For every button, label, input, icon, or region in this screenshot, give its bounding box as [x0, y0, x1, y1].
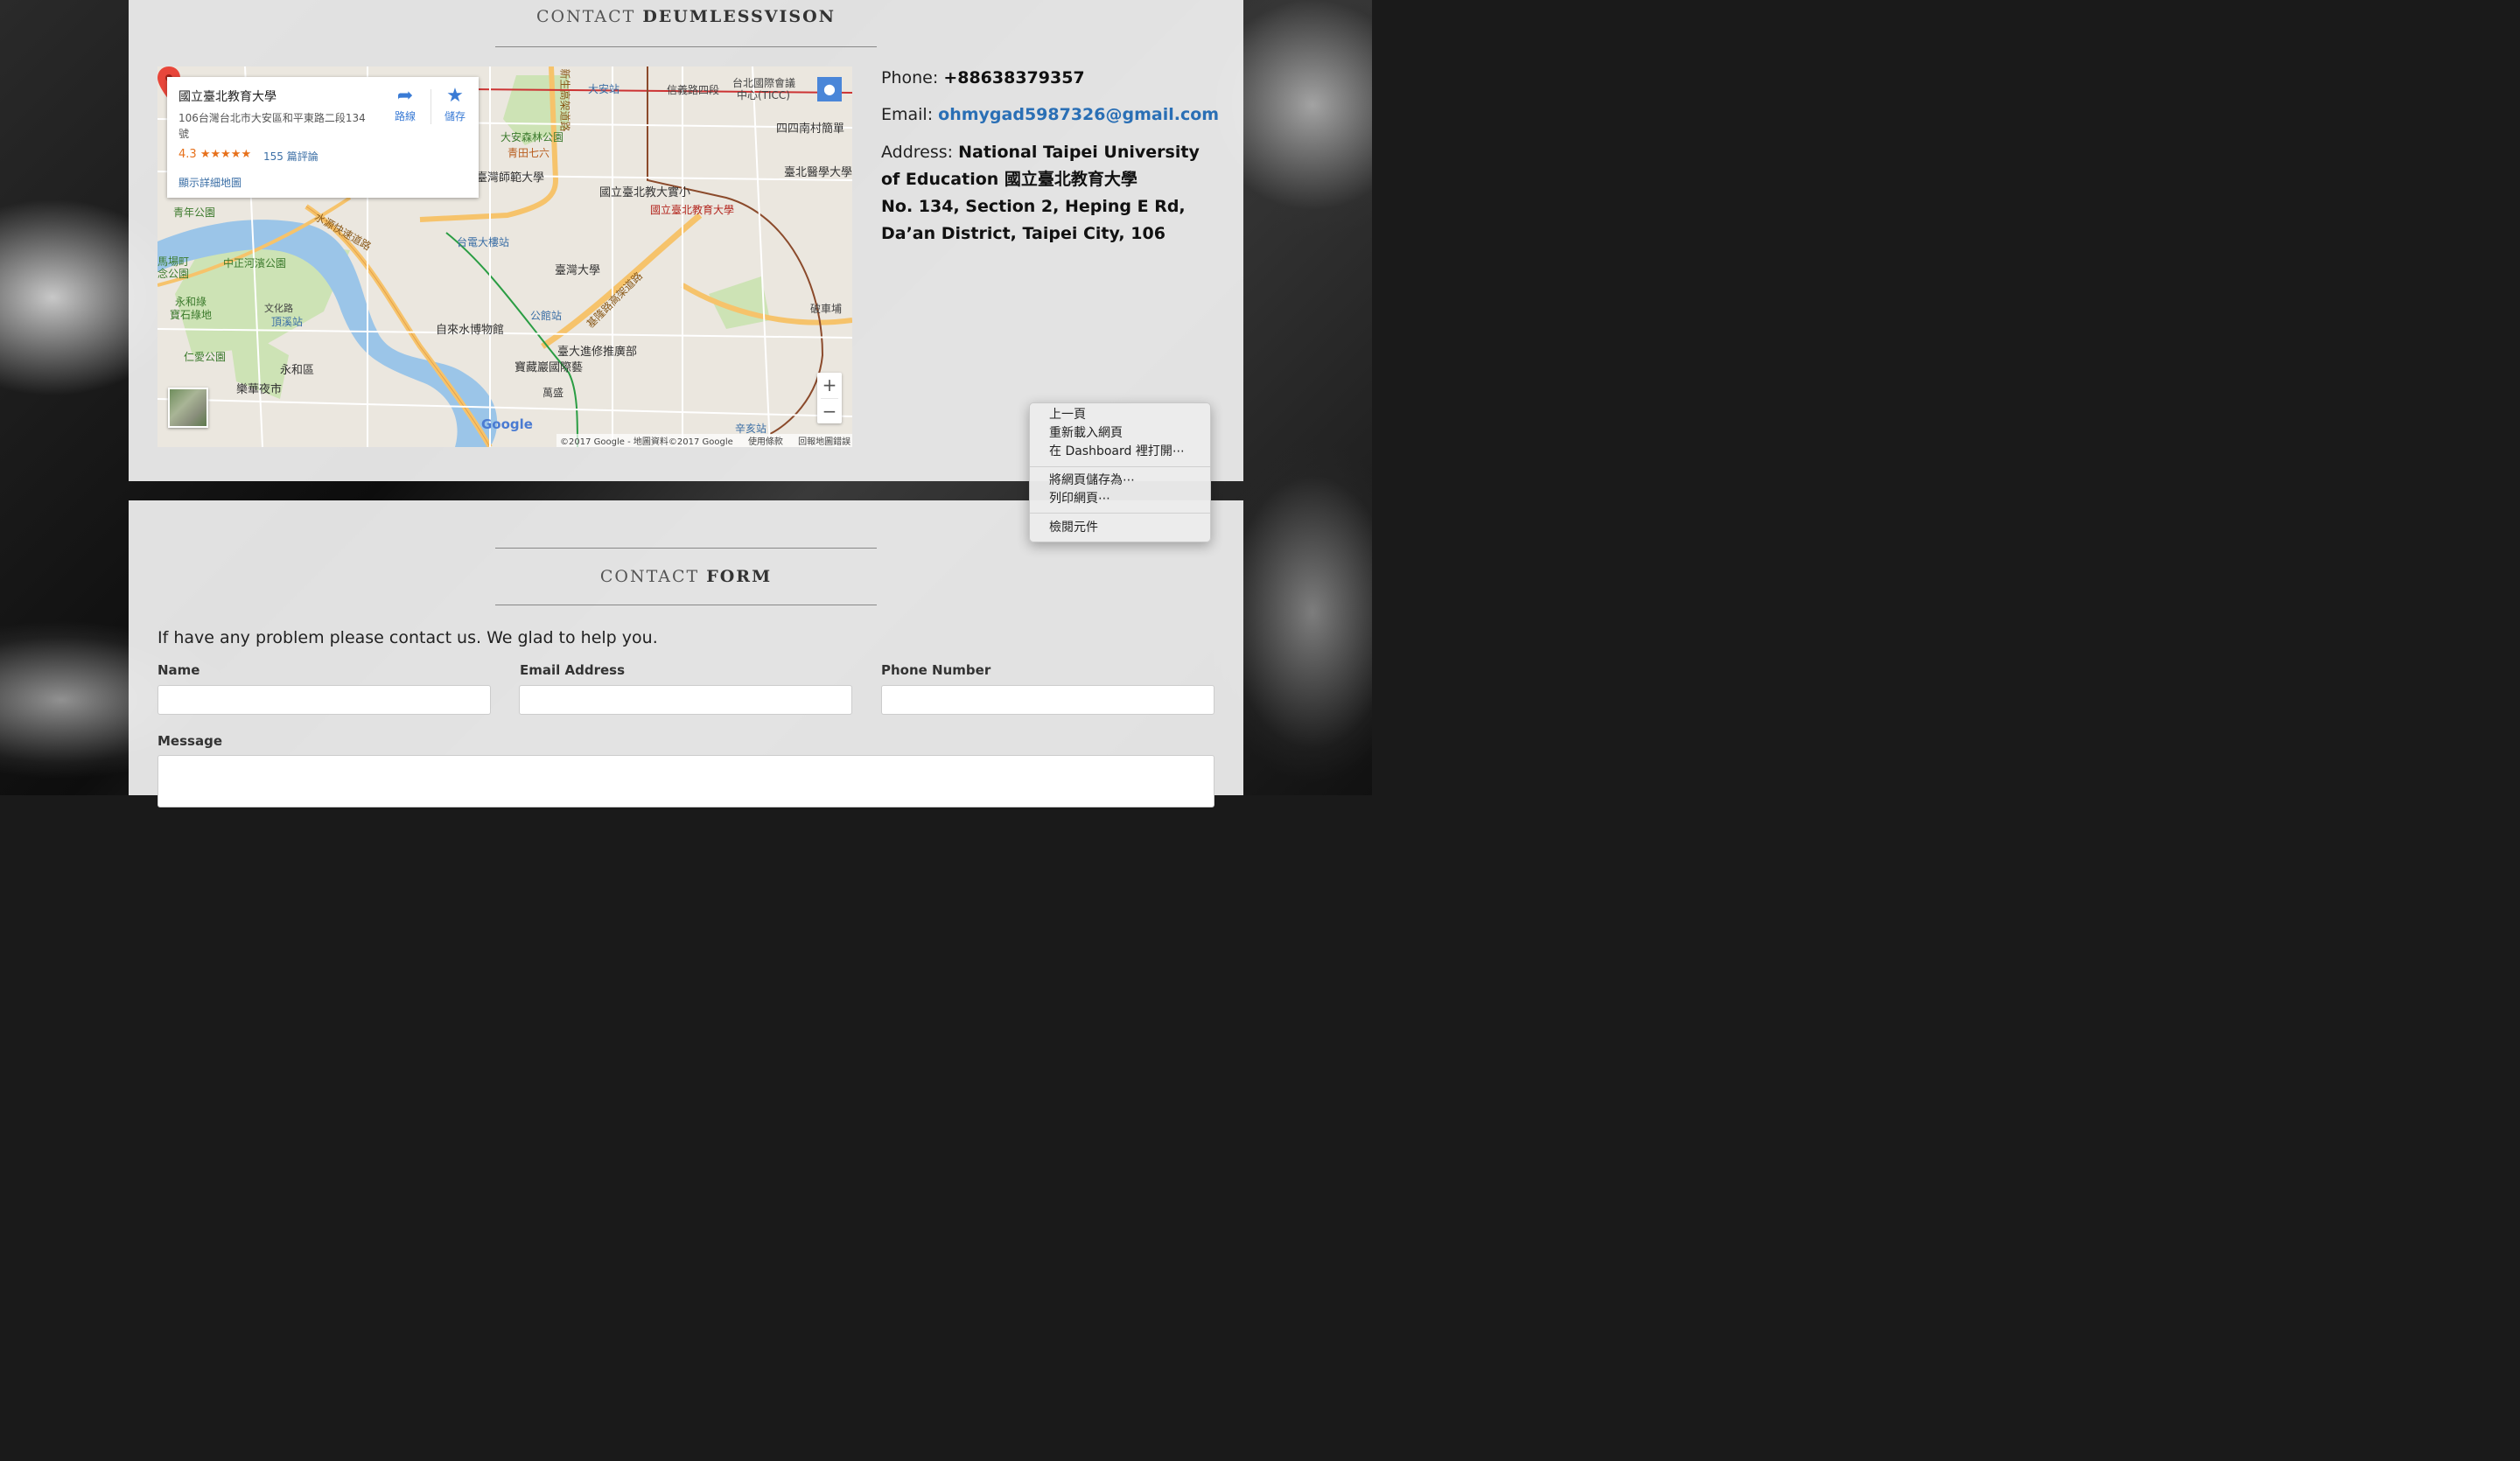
email-line: Email: ohmygad5987326@gmail.com: [881, 105, 1220, 124]
card-separator: [430, 89, 431, 124]
star-icon: ★: [446, 85, 464, 107]
map-label: 自來水博物館: [436, 324, 505, 337]
form-intro: If have any problem please contact us. W…: [158, 628, 658, 647]
map-label: 萬盛: [542, 387, 564, 399]
zoom-out-button[interactable]: −: [817, 399, 842, 424]
phone-label: Phone Number: [881, 662, 991, 678]
satellite-toggle[interactable]: [168, 388, 208, 428]
pin-label: 國立臺北教育大學: [650, 204, 735, 216]
place-rating: 4.3 ★★★★★: [178, 148, 252, 161]
map-label: 四四南村簡單: [776, 122, 845, 136]
name-field[interactable]: [158, 685, 491, 715]
zoom-control: + −: [817, 373, 842, 423]
map-label: 文化路: [264, 303, 293, 314]
map-label: 破車埔: [810, 303, 843, 315]
map-label: 台電大樓站: [457, 236, 510, 248]
map-label: 臺北醫學大學: [784, 166, 852, 179]
menu-item-back[interactable]: 上一頁: [1049, 406, 1086, 423]
name-label: Name: [158, 662, 200, 678]
place-name: 國立臺北教育大學: [178, 90, 276, 104]
contact-title: CONTACT DEUMLESSVISON: [536, 7, 836, 26]
phone-line: Phone: +88638379357: [881, 68, 1085, 87]
map-label: 永和區: [280, 364, 315, 377]
street-view-pegman-icon[interactable]: ●: [817, 77, 842, 101]
map-label: 信義路四段: [667, 84, 720, 96]
map-label: 寶石綠地: [170, 309, 213, 321]
map-label: 新生高架道路: [558, 68, 571, 132]
map-label: 大安站: [588, 83, 620, 95]
menu-separator: [1030, 466, 1210, 467]
google-logo[interactable]: Google: [481, 416, 533, 432]
phone-value: +88638379357: [943, 68, 1085, 87]
menu-separator: [1030, 513, 1210, 514]
map-label: 臺灣大學: [555, 264, 601, 277]
rating-stars: ★★★★★: [200, 148, 252, 161]
map-label: 臺灣師範大學: [476, 171, 545, 185]
map-label: 頂溪站: [271, 316, 304, 328]
directions-icon: ➦: [396, 85, 414, 107]
menu-item-print[interactable]: 列印網頁⋯: [1049, 490, 1110, 507]
map-label: 青年公園: [173, 206, 216, 219]
contact-form-title: CONTACT FORM: [599, 567, 773, 586]
place-info-card: 國立臺北教育大學 106台灣台北市大安區和平東路二段134號 4.3 ★★★★★…: [167, 77, 479, 198]
save-button[interactable]: ★ 儲存: [435, 84, 475, 123]
email-field[interactable]: [519, 685, 852, 715]
title-divider: [495, 548, 877, 549]
map-label: 念公園: [158, 268, 190, 280]
directions-button[interactable]: ➦ 路線: [385, 84, 425, 123]
message-label: Message: [158, 733, 222, 749]
map-attribution: ©2017 Google - 地圖資料©2017 Google 使用條款 回報地…: [556, 434, 852, 447]
message-field[interactable]: [158, 755, 1214, 807]
email-link[interactable]: ohmygad5987326@gmail.com: [938, 105, 1219, 124]
terms-link[interactable]: 使用條款: [748, 437, 783, 447]
map-label: 寶藏巖國際藝: [514, 361, 584, 374]
map-label: 公館站: [530, 310, 563, 322]
contact-form-section: CONTACT FORM If have any problem please …: [129, 500, 1243, 807]
place-address: 106台灣台北市大安區和平東路二段134號: [178, 112, 366, 140]
menu-item-reload[interactable]: 重新載入網頁: [1049, 424, 1123, 442]
larger-map-link[interactable]: 顯示詳細地圖: [178, 175, 242, 190]
map-label: 中心(TICC): [737, 89, 790, 101]
map-label: 國立臺北教大實小: [599, 186, 691, 199]
phone-field[interactable]: [881, 685, 1214, 715]
google-map[interactable]: 台北國際會議 中心(TICC) 四四南村簡單 大安森林公園 青田七六 臺灣師範大…: [158, 66, 852, 447]
menu-item-open-dashboard[interactable]: 在 Dashboard 裡打開⋯: [1049, 443, 1185, 460]
map-label: 樂華夜市: [236, 383, 283, 396]
context-menu: 上一頁 重新載入網頁 在 Dashboard 裡打開⋯ 將網頁儲存為⋯ 列印網頁…: [1029, 402, 1211, 542]
map-label: 臺大進修推廣部: [557, 346, 638, 359]
address-block: Address: National Taipei University of E…: [881, 143, 1200, 243]
map-label: 仁愛公園: [184, 351, 227, 363]
menu-item-inspect[interactable]: 檢閱元件: [1049, 519, 1098, 536]
report-error-link[interactable]: 回報地圖錯誤: [798, 437, 850, 447]
map-label: 青田七六: [508, 147, 550, 159]
title-divider: [495, 46, 877, 47]
reviews-link[interactable]: 155 篇評論: [263, 149, 318, 164]
map-label: 大安森林公園: [500, 131, 564, 143]
menu-item-save-as[interactable]: 將網頁儲存為⋯: [1049, 472, 1135, 489]
zoom-in-button[interactable]: +: [817, 373, 842, 398]
address-line2: No. 134, Section 2, Heping E Rd, Da’an D…: [881, 197, 1186, 243]
email-label: Email Address: [520, 662, 626, 678]
map-label: 中正河濱公園: [223, 257, 287, 269]
